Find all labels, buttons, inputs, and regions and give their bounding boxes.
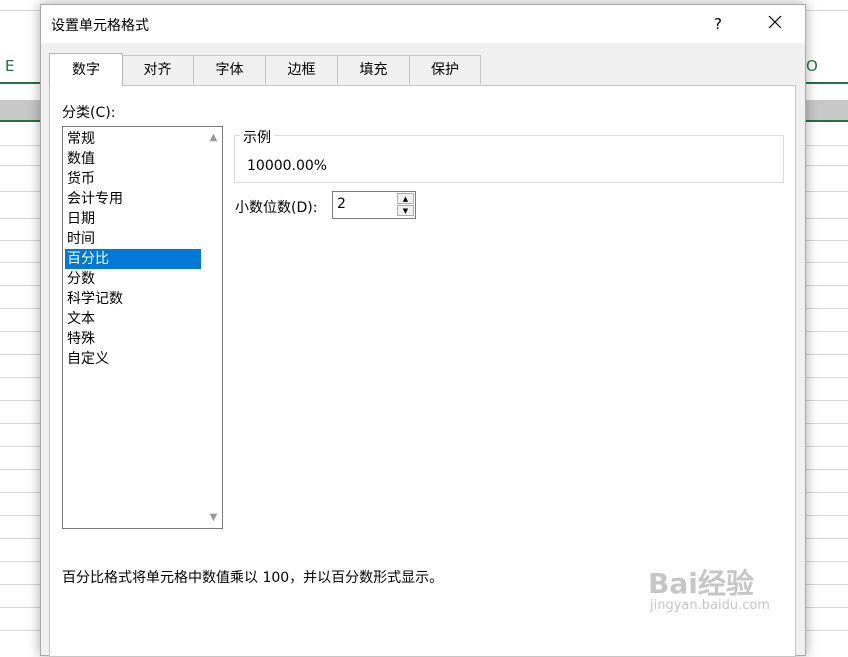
category-label: 分类(C): [62,105,116,121]
category-item-general[interactable]: 常规 [65,129,201,149]
category-item-special[interactable]: 特殊 [65,329,201,349]
category-item-fraction[interactable]: 分数 [65,269,201,289]
close-icon [768,15,782,29]
column-header-e: E [5,57,15,75]
decimal-places-stepper[interactable]: 2 ▲ ▼ [332,191,416,219]
close-button[interactable] [759,11,791,37]
category-item-percentage[interactable]: 百分比 [65,249,201,269]
spin-down-icon[interactable]: ▼ [397,205,414,216]
baidu-watermark: Bai经验 jingyan.baidu.com [648,562,770,613]
sample-value: 10000.00% [247,158,328,174]
dialog-titlebar[interactable]: 设置单元格格式 ? [41,5,805,43]
decimal-places-input[interactable]: 2 [337,196,346,212]
category-item-scientific[interactable]: 科学记数 [65,289,201,309]
column-header-o: O [806,57,818,75]
format-description: 百分比格式将单元格中数值乘以 100，并以百分数形式显示。 [62,570,444,586]
spin-up-icon[interactable]: ▲ [397,193,414,204]
scroll-up-icon[interactable]: ▲ [205,129,222,146]
watermark-text: Bai经验 [648,567,754,600]
tab-border[interactable]: 边框 [265,55,338,84]
tab-fill[interactable]: 填充 [337,55,410,84]
sample-legend: 示例 [240,127,274,147]
tab-font[interactable]: 字体 [193,55,266,84]
category-item-time[interactable]: 时间 [65,229,201,249]
category-item-currency[interactable]: 货币 [65,169,201,189]
tab-protection[interactable]: 保护 [409,55,481,84]
watermark-url: jingyan.baidu.com [650,598,770,613]
category-item-date[interactable]: 日期 [65,209,201,229]
category-listbox[interactable]: 常规 数值 货币 会计专用 日期 时间 百分比 分数 科学记数 文本 特殊 自定… [62,126,223,529]
category-item-number[interactable]: 数值 [65,149,201,169]
tab-alignment[interactable]: 对齐 [121,55,194,84]
format-cells-dialog: 设置单元格格式 ? 数字 对齐 字体 边框 填充 保护 分类(C): 常规 数值… [40,4,806,657]
dialog-title: 设置单元格格式 [51,18,149,34]
category-item-accounting[interactable]: 会计专用 [65,189,201,209]
category-item-custom[interactable]: 自定义 [65,349,201,369]
category-item-text[interactable]: 文本 [65,309,201,329]
help-button[interactable]: ? [706,11,730,37]
stepper-buttons: ▲ ▼ [397,193,414,217]
tab-number[interactable]: 数字 [49,53,123,86]
category-scrollbar[interactable]: ▲ ▼ [205,127,222,528]
decimal-places-label: 小数位数(D): [235,200,318,216]
scroll-down-icon[interactable]: ▼ [205,509,222,526]
